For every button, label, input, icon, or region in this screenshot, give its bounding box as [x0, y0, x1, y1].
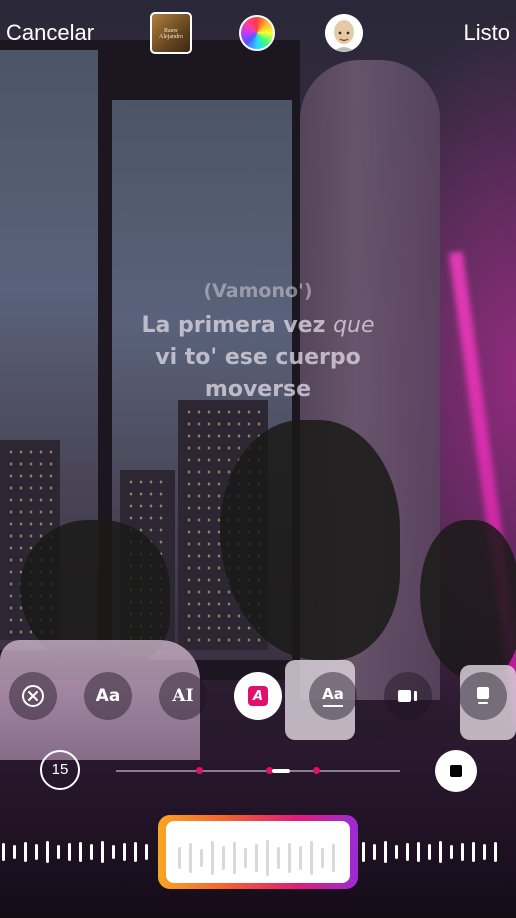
- lyric-line: (Vamono'): [203, 280, 313, 302]
- album-art-icon[interactable]: Rauw Alejandro: [150, 12, 192, 54]
- story-editor: Cancelar Rauw Alejandro Listo (Vamono') …: [0, 0, 516, 918]
- style-letter: A: [252, 688, 264, 704]
- audio-scrubber[interactable]: [0, 815, 516, 889]
- lyric-line: moverse: [204, 377, 312, 402]
- memoji-avatar-icon[interactable]: [325, 14, 363, 52]
- clip-track[interactable]: [116, 767, 400, 774]
- text-style-ai-icon[interactable]: AI: [159, 672, 207, 720]
- text-style-aa-underline-icon[interactable]: Aa: [309, 672, 357, 720]
- waveform-selected: [178, 821, 343, 895]
- lyric-line: La primera vez que: [0, 310, 516, 342]
- top-bar: Cancelar Rauw Alejandro Listo: [0, 0, 516, 68]
- sticker-card-icon[interactable]: [459, 672, 507, 720]
- video-card-icon[interactable]: [384, 672, 432, 720]
- cancel-button[interactable]: Cancelar: [6, 20, 94, 46]
- album-caption: Rauw Alejandro: [159, 28, 183, 40]
- style-label: AI: [172, 686, 194, 706]
- done-button[interactable]: Listo: [464, 20, 510, 46]
- text-style-aa-icon[interactable]: Aa: [84, 672, 132, 720]
- duration-timeline: 15: [0, 750, 516, 794]
- text-style-a-box-icon[interactable]: A: [234, 672, 282, 720]
- playhead-segment: [272, 769, 290, 773]
- lyric-marker: [313, 767, 320, 774]
- lyric-text: que: [333, 313, 375, 338]
- close-circle-icon[interactable]: [9, 672, 57, 720]
- underline-bar: [323, 704, 343, 707]
- style-label: A: [248, 686, 268, 706]
- lyric-style-toolbar: Aa AI A Aa: [0, 672, 516, 720]
- color-wheel-icon[interactable]: [239, 15, 275, 51]
- clip-window: [166, 821, 350, 883]
- lyric-text: La primera vez: [141, 313, 334, 338]
- stop-icon[interactable]: [435, 750, 477, 792]
- lyric-marker: [196, 767, 203, 774]
- waveform-right: [362, 815, 505, 889]
- waveform-left: [2, 815, 156, 889]
- style-label: Aa: [95, 686, 121, 706]
- lyrics-sticker[interactable]: (Vamono') La primera vez que vi to' ese …: [0, 280, 516, 406]
- duration-button[interactable]: 15: [40, 750, 80, 790]
- lyric-line: vi to' ese cuerpo: [155, 345, 361, 370]
- style-label: Aa: [322, 684, 344, 703]
- clip-selector[interactable]: [158, 815, 358, 889]
